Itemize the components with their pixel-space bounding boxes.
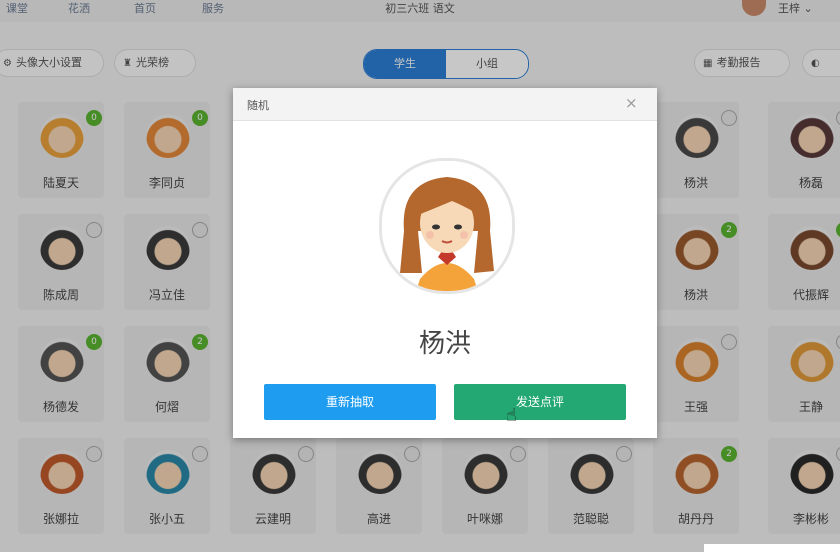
picked-student-name: 杨洪 [418, 329, 471, 359]
bottom-corner-strip [704, 544, 840, 552]
dialog-header: 随机 × [233, 88, 657, 121]
random-pick-dialog: 随机 × 杨洪 重新抽取 发送点评 [233, 88, 657, 438]
hand-cursor-icon: ☝ [506, 405, 517, 426]
redraw-button[interactable]: 重新抽取 [264, 384, 436, 420]
student-avatar [379, 158, 515, 294]
send-review-button[interactable]: 发送点评 [454, 384, 626, 420]
close-icon[interactable]: × [625, 94, 638, 112]
girl-avatar-icon [382, 161, 512, 291]
dialog-title: 随机 [247, 99, 269, 112]
